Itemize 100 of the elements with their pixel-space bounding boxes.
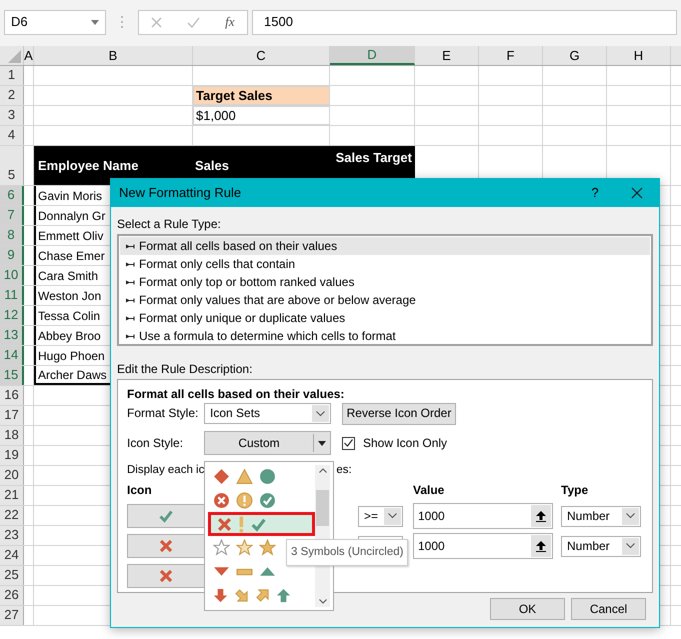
icon-picker-button[interactable]: [127, 564, 205, 588]
row-header[interactable]: 23: [0, 526, 24, 545]
chevron-down-icon: [388, 513, 397, 519]
row-header[interactable]: 15: [0, 366, 24, 385]
column-header[interactable]: B: [34, 46, 193, 65]
type-select[interactable]: Number: [561, 506, 641, 526]
table-cell-text: Emmett Oliv: [38, 228, 104, 244]
value-field[interactable]: 1000: [413, 533, 553, 559]
row-header[interactable]: 16: [0, 386, 24, 405]
row-header[interactable]: 7: [0, 206, 24, 225]
column-header[interactable]: F: [479, 46, 543, 65]
target-value: $1,000: [196, 106, 236, 125]
table-cell-text: Cara Smith: [38, 268, 98, 284]
cross-circle-icon: [213, 492, 230, 509]
bullet-arrow-icon: [126, 314, 135, 322]
row-header[interactable]: 13: [0, 326, 24, 345]
row-header[interactable]: 19: [0, 446, 24, 465]
exclamation-icon: [239, 516, 244, 533]
close-icon[interactable]: [631, 187, 643, 199]
column-heading: Employee Name: [37, 156, 140, 175]
table-cell-text: Gavin Moris: [38, 188, 102, 204]
column-header[interactable]: H: [607, 46, 671, 65]
rule-type-item[interactable]: Format only top or bottom ranked values: [120, 273, 650, 291]
row-header[interactable]: 10: [0, 266, 24, 285]
scroll-thumb[interactable]: [316, 490, 329, 526]
icon-set-option[interactable]: [208, 512, 315, 536]
dialog-button[interactable]: Cancel: [571, 598, 646, 620]
column-header[interactable]: D: [330, 46, 415, 65]
cross-icon: [158, 538, 174, 554]
icon-picker-button[interactable]: [127, 504, 205, 528]
value-field[interactable]: 1000: [413, 503, 553, 529]
table-cell-text: Archer Daws: [38, 366, 107, 384]
name-box[interactable]: D6: [4, 10, 106, 34]
row-header[interactable]: 24: [0, 546, 24, 565]
row-header[interactable]: 9: [0, 246, 24, 265]
checkbox[interactable]: [342, 436, 355, 450]
column-header[interactable]: E: [415, 46, 479, 65]
insert-function-button[interactable]: fx: [225, 12, 235, 32]
column-heading: Type: [561, 483, 588, 498]
check-mark-icon: [344, 439, 353, 447]
rule-type-item[interactable]: Format all cells based on their values: [120, 237, 650, 255]
dropdown-arrow-icon: [318, 440, 326, 446]
row-header[interactable]: 21: [0, 486, 24, 505]
table-cell-text: Tessa Colin: [38, 308, 100, 324]
row-header[interactable]: 11: [0, 286, 24, 305]
row-header[interactable]: 26: [0, 586, 24, 605]
up-arrow-icon: [276, 588, 291, 603]
column-header[interactable]: G: [543, 46, 607, 65]
instruction-text: Display each ic: [127, 463, 204, 478]
icon-style-dropdown[interactable]: Custom: [204, 431, 331, 455]
table-cell-text: Donnalyn Gr: [38, 208, 106, 224]
rule-type-item[interactable]: Use a formula to determine which cells to format: [120, 327, 650, 345]
description-heading: Format all cells based on their values:: [127, 387, 346, 402]
format-style-select[interactable]: Icon Sets: [204, 403, 331, 424]
row-header[interactable]: 18: [0, 426, 24, 445]
row-header[interactable]: 8: [0, 226, 24, 245]
column-header[interactable]: A: [24, 46, 34, 65]
diamond-icon: [213, 468, 230, 486]
section-label: Select a Rule Type:: [117, 217, 222, 232]
column-heading: Sales: [194, 156, 230, 175]
chevron-down-icon: [626, 543, 635, 549]
row-header[interactable]: 22: [0, 506, 24, 525]
chevron-down-icon: [316, 410, 325, 416]
icon-picker-button[interactable]: [127, 534, 205, 558]
row-header[interactable]: 3: [0, 106, 24, 125]
table-cell-text: Weston Jon: [38, 288, 102, 304]
row-header[interactable]: 27: [0, 606, 24, 625]
row-header[interactable]: 2: [0, 86, 24, 105]
check-circle-icon: [259, 492, 276, 509]
rule-type-item[interactable]: Format only values that are above or below average: [120, 291, 650, 309]
dialog-title: New Formatting Rule: [119, 184, 242, 202]
check-icon[interactable]: [187, 16, 200, 28]
row-header[interactable]: 4: [0, 126, 24, 145]
row-header[interactable]: 5: [0, 146, 24, 185]
row-header[interactable]: 12: [0, 306, 24, 325]
row-header[interactable]: 25: [0, 566, 24, 585]
rule-type-item[interactable]: Format only unique or duplicate values: [120, 309, 650, 327]
dialog-button[interactable]: OK: [490, 598, 565, 620]
section-label: Edit the Rule Description:: [117, 362, 254, 377]
table-cell-text: Chase Emer: [38, 248, 105, 264]
row-header[interactable]: 17: [0, 406, 24, 425]
star-outline-icon: [213, 539, 230, 556]
type-select[interactable]: Number: [561, 536, 641, 556]
help-button[interactable]: ?: [575, 183, 615, 203]
chevron-down-icon[interactable]: [318, 598, 326, 604]
chevron-up-icon[interactable]: [318, 468, 326, 473]
star-icon: [259, 539, 276, 556]
reverse-icon-order-button[interactable]: Reverse Icon Order: [342, 402, 456, 424]
row-header[interactable]: 14: [0, 346, 24, 365]
operator-select[interactable]: >=: [358, 506, 403, 526]
chevron-down-icon: [626, 513, 635, 519]
formula-field[interactable]: 1500: [252, 10, 677, 34]
rule-type-item[interactable]: Format only cells that contain: [120, 255, 650, 273]
row-header[interactable]: 6: [0, 186, 24, 205]
checkbox-label: Show Icon Only: [363, 436, 448, 450]
table-cell-text: Hugo Phoen: [38, 348, 105, 364]
row-header[interactable]: 20: [0, 466, 24, 485]
row-header[interactable]: 1: [0, 66, 24, 85]
field-label: Icon Style:: [127, 436, 184, 450]
collapse-arrow-icon: [536, 510, 546, 522]
